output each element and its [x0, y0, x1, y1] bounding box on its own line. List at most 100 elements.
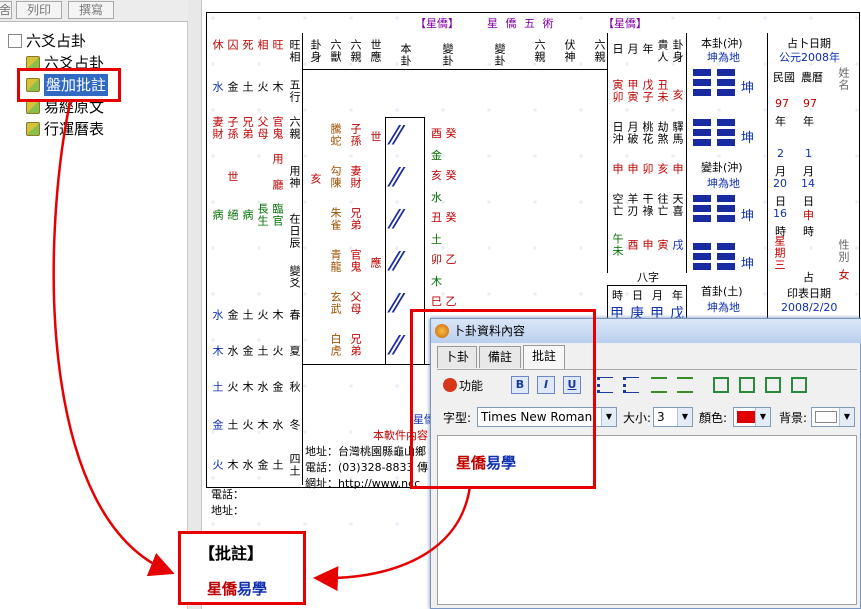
annotation-title: 【批註】	[199, 544, 264, 563]
hdr-liuqin3: 六親	[593, 39, 606, 63]
ry-v19: 天喜	[671, 193, 684, 217]
justify-icon[interactable]	[791, 377, 807, 393]
ry-v11: 申	[626, 163, 639, 175]
footer-tel: 電話：	[211, 488, 244, 501]
footer-addr: 地址：	[211, 504, 244, 517]
wx-r1-0: 水	[211, 309, 224, 321]
hdr-biangua2: 變卦	[493, 43, 506, 67]
color-select[interactable]: ▼	[733, 407, 771, 427]
ry-v14: 申	[671, 163, 684, 175]
splitter[interactable]	[188, 0, 202, 609]
side-winter: 冬	[288, 419, 301, 431]
najia-3w: 木	[431, 275, 442, 288]
align-center-icon[interactable]	[739, 377, 755, 393]
annotation-preview: 【批註】 星僑易學	[178, 531, 306, 605]
indent-icon[interactable]	[677, 377, 693, 393]
dg-1: 農曆	[801, 71, 823, 84]
print-button[interactable]: 列印	[16, 1, 62, 19]
ry-v17: 干祿	[641, 193, 654, 217]
chevron-down-icon: ▼	[839, 408, 854, 426]
wx-r0-3: 火	[256, 81, 269, 93]
side-wuxing: 五行	[288, 79, 301, 103]
banner-right: 【星僑】	[603, 17, 647, 30]
color-swatch	[737, 411, 755, 423]
shi-mark: 世	[369, 131, 382, 143]
lq-left-4: 官鬼	[271, 116, 284, 140]
hdr-guashen: 卦身	[309, 39, 322, 63]
ry-v18: 往亡	[656, 193, 669, 217]
ry-v20: 午未	[611, 233, 624, 257]
wx-r3-4: 金	[271, 381, 284, 393]
najia-1w: 水	[431, 191, 442, 204]
bengua-symbol-lower	[693, 119, 735, 157]
lq-left-3: 父母	[256, 116, 269, 140]
kin-4: 父母	[349, 291, 362, 315]
ry-v16: 羊刃	[626, 193, 639, 217]
numbered-list-icon[interactable]	[597, 377, 613, 393]
size-label: 大小:	[623, 411, 652, 425]
bg-select[interactable]: ▼	[811, 407, 855, 427]
dg-7: 1	[805, 147, 812, 160]
ry-v3: 丑未	[656, 79, 669, 103]
toolbar-first-button[interactable]: 舍	[0, 1, 12, 19]
dg-3: 97	[803, 97, 817, 110]
najia-0: 酉 癸	[431, 127, 457, 140]
kin-1: 妻財	[349, 165, 362, 189]
najia-3: 卯 乙	[431, 253, 457, 266]
ry-h0: 日	[611, 43, 624, 55]
side-yongshen: 用神	[288, 165, 301, 189]
wx-r0-2: 土	[241, 81, 254, 93]
gender-label: 性別	[837, 239, 850, 263]
yao-line-5: ⁄⁄	[392, 163, 401, 193]
company-addr: 地址：台灣桃園縣龜山鄉	[305, 445, 426, 458]
print-date-label: 印表日期	[787, 287, 831, 300]
bengua-name: 坤為地	[707, 51, 740, 64]
beast-3: 青龍	[329, 249, 342, 273]
outdent-icon[interactable]	[651, 377, 667, 393]
bazi-h3: 年	[672, 289, 683, 302]
beast-4: 玄武	[329, 291, 342, 315]
lq-left-0: 妻財	[211, 116, 224, 140]
draft-button[interactable]: 撰寫	[68, 1, 114, 19]
side-liuqin: 六親	[288, 116, 301, 140]
kin-5: 兄弟	[349, 333, 362, 357]
ry-v8: 劫煞	[656, 121, 669, 145]
wx-r1-1: 金	[226, 309, 239, 321]
ry-v5: 日沖	[611, 121, 624, 145]
annotation-value: 星僑易學	[207, 578, 267, 599]
ry-h3: 貴人	[656, 39, 669, 63]
side-situ: 四土	[288, 453, 301, 477]
side-riChen: 在日辰	[288, 213, 301, 249]
wx-r2-1: 水	[226, 345, 239, 357]
dg-5: 年	[803, 115, 814, 128]
hdr-bengua: 本卦	[399, 43, 412, 67]
kun-bian-upper: 坤	[741, 209, 755, 224]
biangua-symbol-lower	[693, 243, 735, 281]
wx-r1-4: 木	[271, 309, 284, 321]
ry-v1: 甲寅	[626, 79, 639, 103]
side-summer: 夏	[288, 345, 301, 357]
annotation-value-red: 星僑	[207, 580, 238, 598]
ry-v4: 亥	[671, 89, 684, 101]
ry-v10: 申	[611, 163, 624, 175]
dg-10: 20	[773, 177, 787, 190]
date-value: 公元2008年	[779, 51, 840, 64]
wx-head-0: 休	[211, 39, 224, 51]
ying-mark: 應	[369, 257, 382, 269]
tree-toolbar: 舍 列印 撰寫	[0, 0, 188, 22]
ry-v9: 驛馬	[671, 121, 684, 145]
tree-panel: 舍 列印 撰寫 六爻占卦 六爻占卦 盤加批註 易經原文 行運曆表	[0, 0, 188, 609]
align-left-icon[interactable]	[713, 377, 729, 393]
wx-status-0: 病	[211, 209, 224, 221]
bullet-list-icon[interactable]	[623, 377, 639, 393]
kin-0: 子孫	[349, 123, 362, 147]
dg-14: 16	[773, 207, 787, 220]
wx-r5-0: 火	[211, 459, 224, 471]
hdr-liuqin2: 六親	[533, 39, 546, 63]
align-right-icon[interactable]	[765, 377, 781, 393]
ry-h1: 月	[626, 43, 639, 55]
size-select[interactable]: 3 ▼	[653, 407, 693, 427]
dg-11: 14	[801, 177, 815, 190]
ry-v6: 月破	[626, 121, 639, 145]
company-web: 網址：http://www.ncc	[305, 477, 421, 490]
